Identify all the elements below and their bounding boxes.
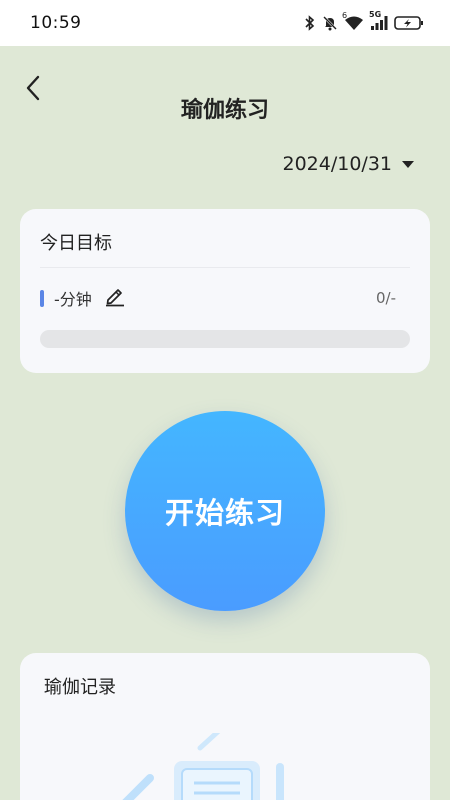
status-bar: 10:59 6 5G xyxy=(0,0,450,46)
signal-icon: 5G xyxy=(369,10,388,31)
status-time: 10:59 xyxy=(30,13,82,33)
caret-down-icon xyxy=(402,160,414,168)
goal-card-title: 今日目标 xyxy=(40,233,112,254)
divider xyxy=(40,267,410,268)
goal-marker xyxy=(40,289,44,307)
wifi-standard-label: 6 xyxy=(342,11,348,20)
empty-document-icon xyxy=(110,725,310,800)
goal-minutes: -分钟 xyxy=(54,290,92,309)
edit-pencil-icon xyxy=(104,285,126,311)
bluetooth-icon xyxy=(304,15,316,31)
goal-progress-bar xyxy=(40,330,410,348)
status-icons: 6 5G xyxy=(304,10,424,31)
goal-card: 今日目标 -分钟 0/- xyxy=(20,209,430,373)
start-practice-button[interactable]: 开始练习 xyxy=(125,411,325,611)
goal-row: -分钟 0/- xyxy=(40,285,410,311)
page-title: 瑜伽练习 xyxy=(180,98,269,123)
edit-goal-button[interactable] xyxy=(104,287,126,309)
record-card-title: 瑜伽记录 xyxy=(44,677,116,698)
start-practice-label: 开始练习 xyxy=(164,496,285,530)
battery-charging-icon xyxy=(394,15,424,31)
date-selector[interactable]: 2024/10/31 xyxy=(282,150,414,178)
date-value: 2024/10/31 xyxy=(282,153,392,175)
wifi-icon: 6 xyxy=(342,11,364,31)
mute-icon xyxy=(322,15,338,31)
network-type-label: 5G xyxy=(369,10,382,19)
goal-count: 0/- xyxy=(375,289,396,307)
record-card: 瑜伽记录 xyxy=(20,653,430,800)
